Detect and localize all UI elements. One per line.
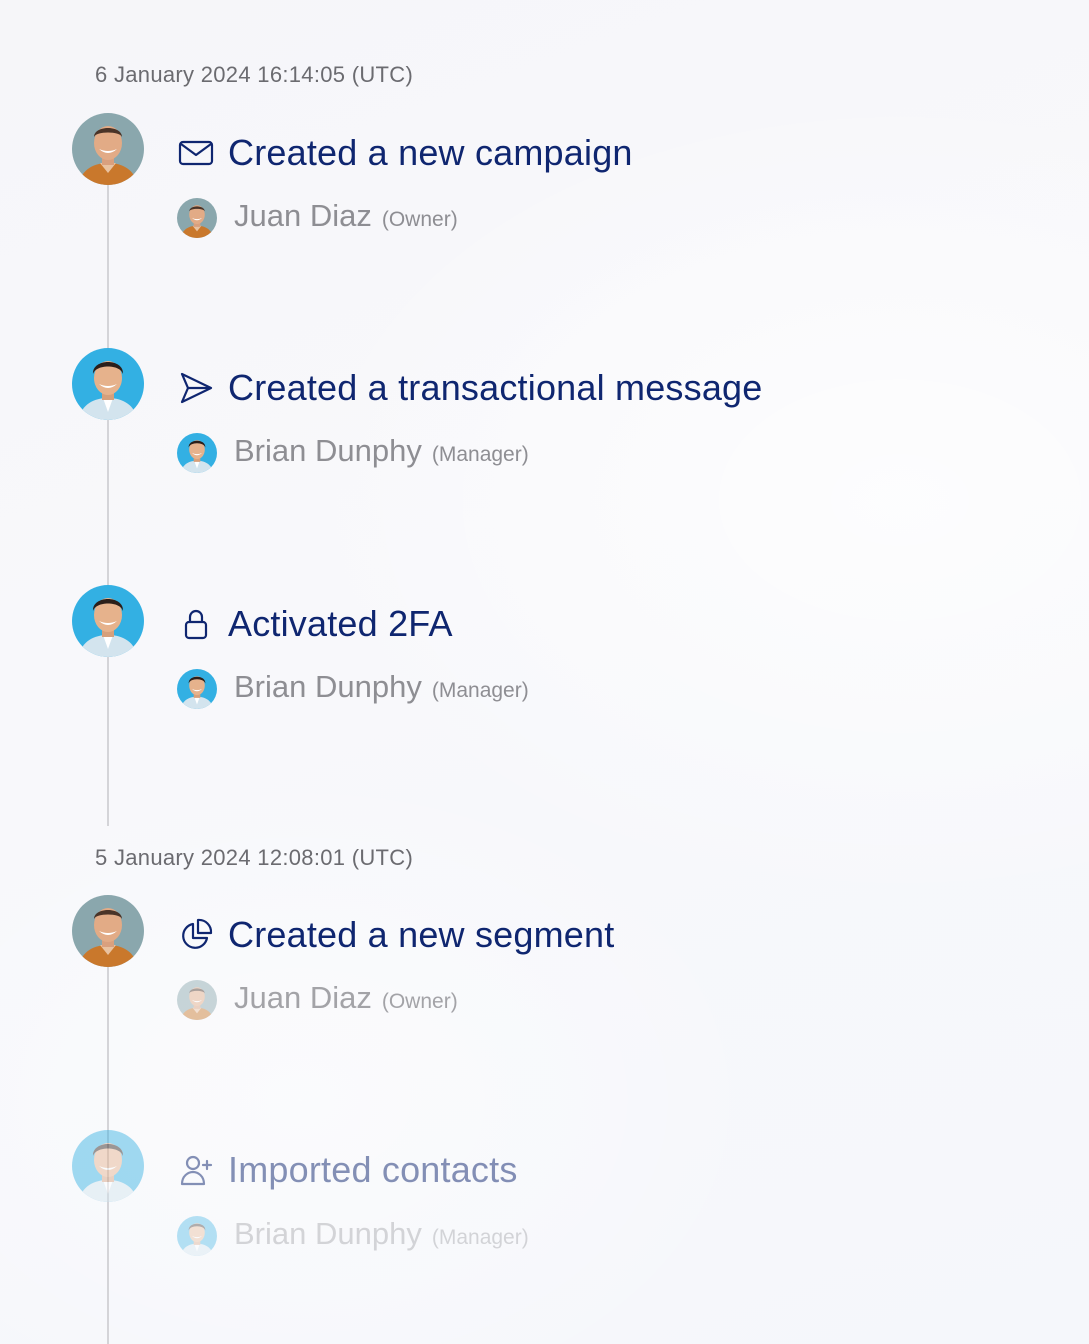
avatar — [72, 1130, 144, 1202]
user-name: Juan Diaz — [234, 198, 372, 233]
user-plus-icon — [178, 1152, 214, 1188]
avatar — [177, 980, 217, 1020]
avatar — [72, 348, 144, 420]
event-title-row: Activated 2FA — [178, 602, 453, 646]
timeline-line — [107, 148, 109, 826]
date-header: 6 January 2024 16:14:05 (UTC) — [95, 62, 414, 87]
user-role: (Manager) — [431, 1226, 529, 1249]
user-role: (Owner) — [381, 208, 458, 231]
event-title: Created a new campaign — [228, 132, 633, 173]
avatar — [72, 113, 144, 185]
envelope-icon — [178, 135, 214, 171]
user-role: (Manager) — [431, 679, 529, 702]
event-user: Juan Diaz (Owner) — [234, 980, 458, 1020]
user-name: Brian Dunphy — [234, 1216, 422, 1251]
avatar — [177, 198, 217, 238]
event-user: Brian Dunphy (Manager) — [234, 1216, 529, 1256]
user-role: (Owner) — [381, 990, 458, 1013]
avatar — [72, 585, 144, 657]
user-name: Juan Diaz — [234, 980, 372, 1015]
event-user: Juan Diaz (Owner) — [234, 198, 458, 238]
event-title-row: Created a new segment — [178, 913, 614, 957]
user-name: Brian Dunphy — [234, 433, 422, 468]
event-user: Brian Dunphy (Manager) — [234, 433, 529, 473]
pie-chart-icon — [178, 917, 214, 953]
lock-icon — [178, 606, 214, 642]
event-user: Brian Dunphy (Manager) — [234, 669, 529, 709]
event-title: Created a new segment — [228, 914, 615, 955]
user-name: Brian Dunphy — [234, 669, 422, 704]
user-role: (Manager) — [431, 443, 529, 466]
date-header: 5 January 2024 12:08:01 (UTC) — [95, 845, 414, 870]
event-title-row: Created a transactional message — [178, 366, 763, 410]
event-title-row: Created a new campaign — [178, 131, 633, 175]
event-title-row: Imported contacts — [178, 1148, 518, 1192]
event-title: Created a transactional message — [228, 367, 763, 408]
avatar — [177, 669, 217, 709]
avatar — [72, 895, 144, 967]
event-title: Imported contacts — [228, 1149, 518, 1190]
avatar — [177, 1216, 217, 1256]
send-icon — [178, 370, 214, 406]
avatar — [177, 433, 217, 473]
event-title: Activated 2FA — [228, 603, 453, 644]
